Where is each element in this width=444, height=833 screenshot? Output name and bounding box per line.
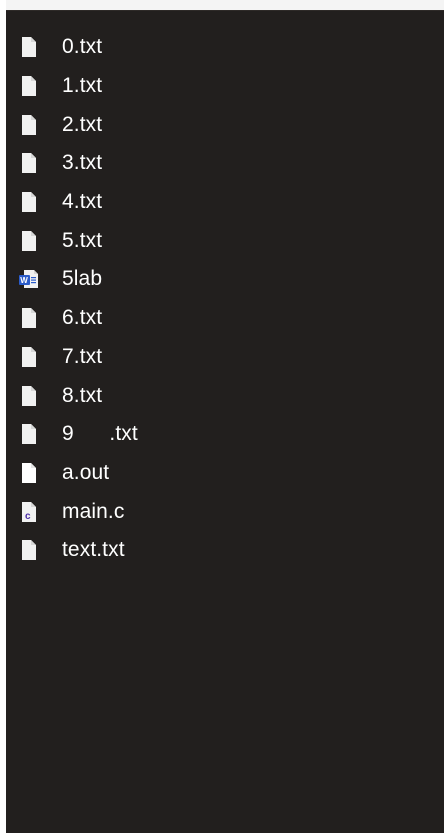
file-name: a.out [62, 460, 110, 484]
file-name: text.txt [62, 538, 125, 562]
file-name: 3.txt [62, 151, 103, 175]
file-name: 9 .txt [62, 422, 138, 446]
file-item[interactable]: c main.c [6, 492, 444, 531]
file-name: 5lab [62, 267, 103, 291]
text-file-icon [18, 346, 40, 368]
file-name: 2.txt [62, 112, 103, 136]
file-name: 7.txt [62, 344, 103, 368]
svg-text:c: c [25, 511, 31, 522]
text-file-icon [18, 385, 40, 407]
file-item[interactable]: a.out [6, 454, 444, 493]
text-file-icon [18, 152, 40, 174]
text-file-icon [18, 36, 40, 58]
file-item[interactable]: 3.txt [6, 144, 444, 183]
text-file-icon [18, 191, 40, 213]
file-item[interactable]: 7.txt [6, 338, 444, 377]
svg-text:W: W [20, 276, 28, 285]
executable-file-icon [18, 462, 40, 484]
file-item[interactable]: 5.txt [6, 221, 444, 260]
file-list: 0.txt 1.txt 2.txt 3.txt 4.txt 5.txt W 5l… [6, 28, 444, 570]
text-file-icon [18, 114, 40, 136]
text-file-icon [18, 539, 40, 561]
screenshot-frame: 0.txt 1.txt 2.txt 3.txt 4.txt 5.txt W 5l… [0, 0, 444, 833]
file-item[interactable]: 6.txt [6, 299, 444, 338]
file-item[interactable]: 9 .txt [6, 415, 444, 454]
text-file-icon [18, 75, 40, 97]
text-file-icon [18, 423, 40, 445]
file-name: 6.txt [62, 306, 103, 330]
file-item[interactable]: 8.txt [6, 376, 444, 415]
finder-file-list-pane[interactable]: 0.txt 1.txt 2.txt 3.txt 4.txt 5.txt W 5l… [6, 10, 444, 833]
file-name: 5.txt [62, 228, 103, 252]
text-file-icon [18, 307, 40, 329]
file-item[interactable]: text.txt [6, 531, 444, 570]
file-name: main.c [62, 499, 125, 523]
file-name: 0.txt [62, 35, 103, 59]
file-item[interactable]: W 5lab [6, 260, 444, 299]
file-name: 8.txt [62, 383, 103, 407]
text-file-icon [18, 230, 40, 252]
file-name: 1.txt [62, 74, 103, 98]
c-source-file-icon: c [18, 501, 40, 523]
file-item[interactable]: 0.txt [6, 28, 444, 67]
word-document-icon: W [18, 268, 40, 290]
window-top-strip [6, 0, 444, 10]
file-item[interactable]: 2.txt [6, 105, 444, 144]
file-item[interactable]: 4.txt [6, 183, 444, 222]
file-name: 4.txt [62, 190, 103, 214]
file-item[interactable]: 1.txt [6, 67, 444, 106]
